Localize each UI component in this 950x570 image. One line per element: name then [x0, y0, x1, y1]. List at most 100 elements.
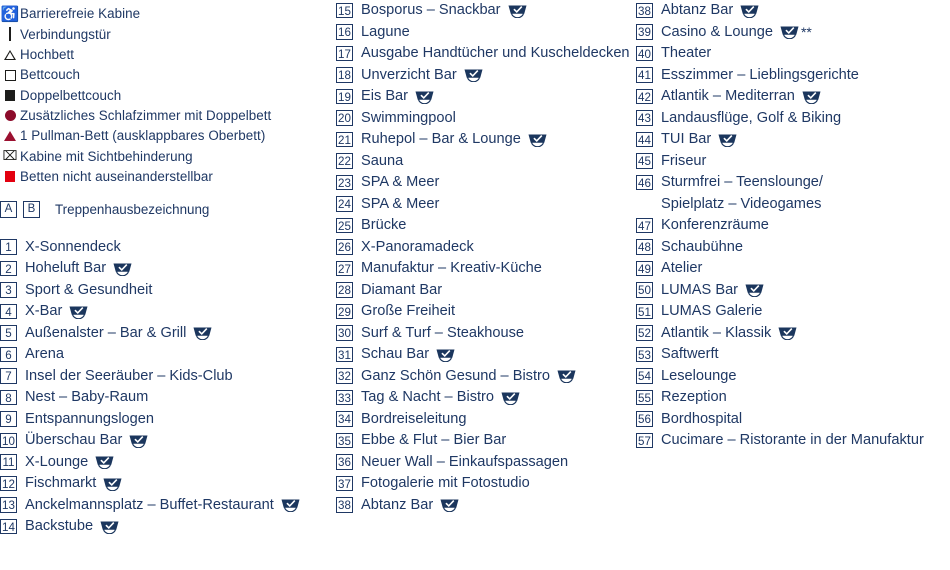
venue-list-item[interactable]: 14 Backstube: [0, 516, 332, 538]
venue-list-item[interactable]: 42 Atlantik – Mediterran: [636, 86, 950, 108]
venue-list-item[interactable]: 11 X-Lounge: [0, 452, 332, 474]
venue-list-item[interactable]: 2 Hoheluft Bar: [0, 258, 332, 280]
venue-list-item[interactable]: 10 Überschau Bar: [0, 430, 332, 452]
venue-list-item[interactable]: 29 Große Freiheit: [336, 301, 636, 323]
venue-label-wrapper: Sturmfrei – Teenslounge/: [661, 172, 823, 194]
venue-number-box: 38: [336, 497, 353, 513]
venue-label: Bosporus – Snackbar: [361, 2, 501, 18]
legend-label: Barrierefreie Kabine: [20, 6, 141, 22]
venue-list-item[interactable]: 47 Konferenzräume: [636, 215, 950, 237]
venue-list-item[interactable]: 33 Tag & Nacht – Bistro: [336, 387, 636, 409]
legend-column-1: ♿ Barrierefreie Kabine Verbindungstür Hochb…: [0, 0, 332, 538]
venue-label: Lagune: [361, 23, 410, 40]
venue-list-item[interactable]: 46 Sturmfrei – Teenslounge/: [636, 172, 950, 194]
venue-list-item[interactable]: 55 Rezeption: [636, 387, 950, 409]
venue-list-item[interactable]: 15 Bosporus – Snackbar: [336, 0, 636, 22]
venue-list-column-2: 15 Bosporus – Snackbar 16 Lagune 17 Ausgabe H…: [336, 0, 636, 516]
venue-list-item[interactable]: 9 Entspannungslogen: [0, 409, 332, 431]
venue-number-box: [636, 196, 653, 212]
venue-list-item[interactable]: 50 LUMAS Bar: [636, 280, 950, 302]
venue-list-item[interactable]: 25 Brücke: [336, 215, 636, 237]
venue-list-item[interactable]: 3 Sport & Gesundheit: [0, 280, 332, 302]
venue-number-box: 54: [636, 368, 653, 384]
venue-list-item[interactable]: 27 Manufaktur – Kreativ-Küche: [336, 258, 636, 280]
venue-list-item[interactable]: 53 Saftwerft: [636, 344, 950, 366]
venue-list-item[interactable]: 52 Atlantik – Klassik: [636, 323, 950, 345]
venue-list-item[interactable]: 19 Eis Bar: [336, 86, 636, 108]
wheelchair-icon: ♿: [0, 4, 20, 24]
venue-list-item[interactable]: 34 Bordreiseleitung: [336, 409, 636, 431]
venue-label: Neuer Wall – Einkaufspassagen: [361, 453, 569, 470]
venue-list-item[interactable]: 30 Surf & Turf – Steakhouse: [336, 323, 636, 345]
venue-list-item[interactable]: 24 SPA & Meer: [336, 194, 636, 216]
venue-label: Friseur: [661, 152, 707, 169]
deck-plan-legend-page: ♿ Barrierefreie Kabine Verbindungstür Hochb…: [0, 0, 950, 570]
venue-label-wrapper: Landausflüge, Golf & Biking: [661, 108, 841, 130]
venue-list-item[interactable]: 48 Schaubühne: [636, 237, 950, 259]
venue-list-item[interactable]: 17 Ausgabe Handtücher und Kuscheldecken: [336, 43, 636, 65]
venue-list-item[interactable]: 32 Ganz Schön Gesund – Bistro: [336, 366, 636, 388]
venue-list-item[interactable]: 41 Esszimmer – Lieblingsgerichte: [636, 65, 950, 87]
venue-list-item[interactable]: 8 Nest – Baby-Raum: [0, 387, 332, 409]
venue-list-item[interactable]: 26 X-Panoramadeck: [336, 237, 636, 259]
venue-list-item[interactable]: 56 Bordhospital: [636, 409, 950, 431]
venue-number-box: 12: [0, 475, 17, 492]
venue-list-item[interactable]: 4 X-Bar: [0, 301, 332, 323]
included-ribbon-check-icon: [507, 4, 528, 18]
venue-list-item[interactable]: 43 Landausflüge, Golf & Biking: [636, 108, 950, 130]
venue-label-wrapper: Schaubühne: [661, 237, 743, 259]
venue-number-box: 42: [636, 88, 653, 104]
venue-number-box: 22: [336, 153, 353, 169]
venue-label-wrapper: Sauna: [361, 151, 403, 173]
venue-list-item[interactable]: 5 Außenalster – Bar & Grill: [0, 323, 332, 345]
connecting-door-icon: [0, 24, 20, 44]
venue-list-item[interactable]: 57 Cucimare – Ristorante in der Manufaktu…: [636, 430, 950, 452]
venue-list-item[interactable]: 51 LUMAS Galerie: [636, 301, 950, 323]
venue-list-item[interactable]: Spielplatz – Videogames: [636, 194, 950, 216]
venue-number-box: 51: [636, 303, 653, 319]
venue-list-item[interactable]: 31 Schau Bar: [336, 344, 636, 366]
venue-label-wrapper: Überschau Bar: [25, 430, 149, 452]
included-ribbon-check-icon: [99, 520, 120, 534]
open-square-icon: [0, 65, 20, 85]
venue-list-item[interactable]: 7 Insel der Seeräuber – Kids-Club: [0, 366, 332, 388]
legend-row: Verbindungstür: [0, 24, 332, 44]
venue-label: Sturmfrei – Teenslounge/: [661, 174, 823, 190]
venue-list-item[interactable]: 38 Abtanz Bar: [636, 0, 950, 22]
venue-list-item[interactable]: 13 Anckelmannsplatz – Buffet-Restaurant: [0, 495, 332, 517]
venue-list-item[interactable]: 36 Neuer Wall – Einkaufspassagen: [336, 452, 636, 474]
venue-list-item[interactable]: 38 Abtanz Bar: [336, 495, 636, 517]
venue-list-item[interactable]: 37 Fotogalerie mit Fotostudio: [336, 473, 636, 495]
legend-label: Betten nicht auseinanderstellbar: [20, 168, 213, 184]
venue-list-item[interactable]: 12 Fischmarkt: [0, 473, 332, 495]
legend-column-3: 38 Abtanz Bar 39 Casino & Lounge ** 40 Theater…: [636, 0, 950, 452]
included-ribbon-check-icon: [556, 369, 577, 384]
venue-list-item[interactable]: 16 Lagune: [336, 22, 636, 44]
venue-label: Landausflüge, Golf & Biking: [661, 109, 842, 126]
venue-list-item[interactable]: 44 TUI Bar: [636, 129, 950, 151]
dark-red-triangle-icon: [0, 126, 20, 146]
legend-row: Hochbett: [0, 45, 332, 65]
venue-list-item[interactable]: 18 Unverzicht Bar: [336, 65, 636, 87]
venue-label: TUI Bar: [661, 131, 712, 147]
venue-list-item[interactable]: 23 SPA & Meer: [336, 172, 636, 194]
venue-list-item[interactable]: 54 Leselounge: [636, 366, 950, 388]
venue-list-item[interactable]: 35 Ebbe & Flut – Bier Bar: [336, 430, 636, 452]
venue-list-item[interactable]: 45 Friseur: [636, 151, 950, 173]
venue-list-item[interactable]: 28 Diamant Bar: [336, 280, 636, 302]
venue-list-item[interactable]: 22 Sauna: [336, 151, 636, 173]
venue-list-item[interactable]: 1 X-Sonnendeck: [0, 237, 332, 259]
venue-list-item[interactable]: 20 Swimmingpool: [336, 108, 636, 130]
venue-label: Swimmingpool: [361, 109, 456, 126]
legend-row: ♿ Barrierefreie Kabine: [0, 4, 332, 24]
venue-list-column-3: 38 Abtanz Bar 39 Casino & Lounge ** 40 Theater…: [636, 0, 950, 452]
venue-list-item[interactable]: 40 Theater: [636, 43, 950, 65]
venue-label-wrapper: Tag & Nacht – Bistro: [361, 387, 521, 409]
venue-list-item[interactable]: 39 Casino & Lounge **: [636, 22, 950, 44]
venue-label: Cucimare – Ristorante in der Manufaktur: [661, 432, 924, 448]
venue-label: Bordreiseleitung: [361, 410, 467, 427]
venue-number-box: 15: [336, 2, 353, 18]
venue-list-item[interactable]: 49 Atelier: [636, 258, 950, 280]
venue-list-item[interactable]: 6 Arena: [0, 344, 332, 366]
venue-list-item[interactable]: 21 Ruhepol – Bar & Lounge: [336, 129, 636, 151]
